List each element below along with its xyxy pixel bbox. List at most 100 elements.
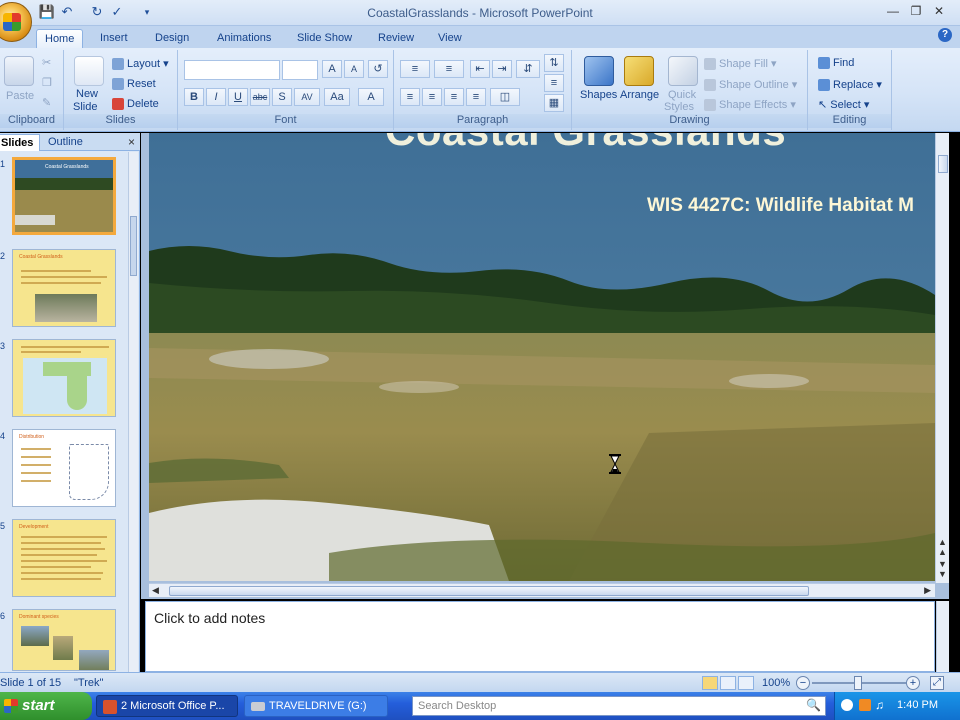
replace-button[interactable]: Replace ▾ (818, 78, 882, 92)
layout-button[interactable]: Layout ▾ (112, 57, 169, 71)
slide-sorter-icon[interactable] (720, 676, 736, 690)
align-left-icon[interactable]: ≡ (400, 88, 420, 106)
slide-thumbnail-5[interactable]: Development (12, 519, 116, 597)
arrange-icon[interactable] (624, 56, 654, 86)
new-slide-icon[interactable] (74, 56, 104, 86)
new-slide-label-2[interactable]: Slide (73, 101, 97, 113)
scroll-left-icon[interactable]: ◀ (152, 585, 159, 596)
font-color-button[interactable]: A (358, 88, 384, 106)
zoom-slider[interactable] (812, 676, 906, 690)
change-case-button[interactable]: Aa (324, 88, 350, 106)
fit-to-window-icon[interactable]: ⤢ (930, 676, 944, 690)
quick-styles-label-2[interactable]: Styles (664, 101, 694, 113)
numbering-icon[interactable]: ≡ (434, 60, 464, 78)
slide-canvas[interactable]: Coastal Grasslands WIS 4427C: Wildlife H… (149, 133, 935, 581)
slide-thumbnail-2[interactable]: Coastal Grasslands (12, 249, 116, 327)
italic-button[interactable]: I (206, 88, 226, 106)
slide-vertical-scrollbar[interactable]: ▲ ▲ ▼ ▼ (935, 133, 949, 583)
tab-view[interactable]: View (430, 29, 470, 48)
scroll-right-icon[interactable]: ▶ (924, 585, 931, 596)
search-icon[interactable]: 🔍 (806, 698, 821, 712)
copy-icon[interactable]: ❐ (42, 76, 52, 89)
tab-home[interactable]: Home (36, 29, 84, 48)
slide-thumbnail-4[interactable]: Distribution (12, 429, 116, 507)
smartart-icon[interactable]: ▦ (544, 94, 564, 112)
zoom-out-button[interactable]: − (796, 676, 810, 690)
tab-outline[interactable]: Outline (42, 134, 89, 151)
delete-button[interactable]: Delete (112, 98, 159, 111)
slide-thumbnail-1[interactable]: Coastal Grasslands (12, 157, 116, 235)
zoom-in-button[interactable]: + (906, 676, 920, 690)
slide-subtitle[interactable]: WIS 4427C: Wildlife Habitat M (647, 195, 914, 217)
slide-show-icon[interactable] (738, 676, 754, 690)
taskbar-traveldrive[interactable]: TRAVELDRIVE (G:) (244, 695, 388, 717)
scrollbar-thumb[interactable] (130, 216, 137, 276)
tab-slides[interactable]: Slides (0, 134, 41, 151)
shrink-font-button[interactable]: A (344, 60, 364, 78)
start-button[interactable]: start (0, 692, 92, 720)
decrease-indent-icon[interactable]: ⇤ (470, 60, 490, 78)
zoom-level[interactable]: 100% (762, 677, 790, 689)
cut-icon[interactable]: ✂ (42, 56, 51, 69)
text-direction-icon[interactable]: ⇅ (544, 54, 564, 72)
paste-button[interactable]: Paste (6, 90, 34, 102)
clear-format-icon[interactable]: ↺ (368, 60, 388, 78)
scrollbar-thumb[interactable] (938, 155, 948, 173)
underline-button[interactable]: U (228, 88, 248, 106)
notes-pane[interactable]: Click to add notes (145, 601, 935, 672)
tab-animations[interactable]: Animations (209, 29, 279, 48)
minimize-button[interactable]: — (884, 4, 902, 20)
zoom-slider-thumb[interactable] (854, 676, 862, 690)
line-spacing-icon[interactable]: ⇵ (516, 60, 540, 78)
quick-styles-label-1[interactable]: Quick (668, 89, 696, 101)
thumbnails-scrollbar[interactable] (128, 152, 138, 672)
notes-placeholder[interactable]: Click to add notes (154, 610, 265, 626)
columns-icon[interactable]: ◫ (490, 88, 520, 106)
slide-thumbnail-3[interactable] (12, 339, 116, 417)
prev-slide-icon[interactable]: ▲ ▲ (938, 537, 947, 557)
align-right-icon[interactable]: ≡ (444, 88, 464, 106)
tray-arrow-icon[interactable] (841, 699, 853, 711)
restore-button[interactable]: ❐ (907, 4, 925, 20)
scrollbar-thumb[interactable] (169, 586, 809, 596)
align-center-icon[interactable]: ≡ (422, 88, 442, 106)
taskbar-clock[interactable]: 1:40 PM (897, 699, 938, 711)
bold-button[interactable]: B (184, 88, 204, 106)
normal-view-icon[interactable] (702, 676, 718, 690)
format-painter-icon[interactable]: ✎ (42, 96, 51, 109)
notes-scrollbar[interactable] (936, 601, 949, 672)
shapes-button[interactable]: Shapes (580, 89, 617, 101)
shape-effects-button[interactable]: Shape Effects ▾ (704, 98, 796, 112)
shadow-button[interactable]: S (272, 88, 292, 106)
reset-button[interactable]: Reset (112, 78, 156, 91)
slide-title[interactable]: Coastal Grasslands (385, 133, 786, 155)
tab-insert[interactable]: Insert (92, 29, 136, 48)
shape-outline-button[interactable]: Shape Outline ▾ (704, 78, 797, 92)
slide-horizontal-scrollbar[interactable]: ◀ ▶ (149, 583, 935, 597)
strikethrough-button[interactable]: abc (250, 88, 270, 106)
tray-volume-icon[interactable]: ♫ (875, 698, 884, 712)
paste-icon[interactable] (4, 56, 34, 86)
desktop-search-input[interactable]: Search Desktop (412, 696, 826, 716)
close-pane-icon[interactable]: × (128, 135, 135, 149)
new-slide-label-1[interactable]: New (76, 88, 98, 100)
justify-icon[interactable]: ≡ (466, 88, 486, 106)
increase-indent-icon[interactable]: ⇥ (492, 60, 512, 78)
shape-fill-button[interactable]: Shape Fill ▾ (704, 57, 777, 71)
tray-app-icon[interactable] (859, 699, 871, 711)
align-text-icon[interactable]: ≡ (544, 74, 564, 92)
grow-font-button[interactable]: A (322, 60, 342, 78)
taskbar-powerpoint[interactable]: 2 Microsoft Office P... (96, 695, 238, 717)
shapes-icon[interactable] (584, 56, 614, 86)
arrange-button[interactable]: Arrange (620, 89, 659, 101)
next-slide-icon[interactable]: ▼ ▼ (938, 559, 947, 579)
select-button[interactable]: ↖ Select ▾ (818, 98, 869, 111)
close-button[interactable]: ✕ (930, 4, 948, 20)
find-button[interactable]: Find (818, 57, 854, 70)
tab-slide-show[interactable]: Slide Show (289, 29, 360, 48)
font-size-combo[interactable] (282, 60, 318, 80)
tab-design[interactable]: Design (147, 29, 197, 48)
char-spacing-button[interactable]: AV (294, 88, 320, 106)
help-icon[interactable]: ? (938, 28, 952, 42)
tab-review[interactable]: Review (370, 29, 422, 48)
